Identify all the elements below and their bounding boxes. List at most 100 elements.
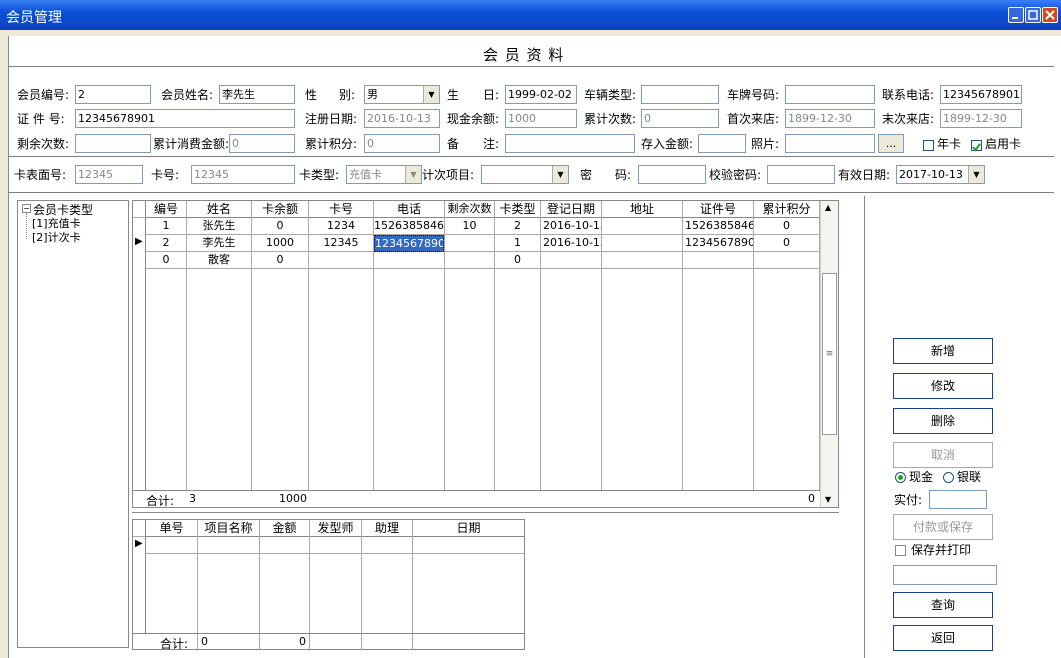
col-header-phone[interactable]: 电话 — [374, 201, 445, 218]
total-spent-field[interactable]: 0 — [229, 134, 295, 153]
card-face-field[interactable]: 12345 — [75, 165, 143, 184]
col-header-points[interactable]: 累计积分 — [754, 201, 820, 218]
visits-field[interactable]: 0 — [641, 109, 719, 128]
count-item-label: 计次项目: — [422, 168, 475, 182]
count-item-select[interactable]: ▼ — [481, 165, 569, 184]
current-row-icon: ▶ — [135, 236, 143, 247]
gender-label-2: 别: — [339, 88, 356, 102]
edit-button[interactable]: 修改 — [893, 373, 993, 399]
plate-field[interactable] — [785, 85, 875, 104]
tree-item-count[interactable]: [2]计次卡 — [32, 229, 81, 245]
col-header-amount[interactable]: 金额 — [260, 520, 310, 537]
col-header-remaining[interactable]: 剩余次数 — [445, 201, 495, 218]
col-line — [309, 520, 310, 650]
vertical-scrollbar[interactable]: ▲ ≡ ▼ — [820, 201, 838, 507]
expiry-value: 2017-10-13 — [899, 168, 963, 181]
card-type-select[interactable]: 充值卡 ▼ — [346, 165, 422, 184]
gender-select[interactable]: 男 ▼ — [364, 85, 440, 104]
query-button[interactable]: 查询 — [893, 592, 993, 618]
delete-button[interactable]: 删除 — [893, 408, 993, 434]
phone-field[interactable]: 12345678901 — [940, 85, 1022, 104]
orders-footer: 合计: 0 0 — [133, 633, 525, 651]
save-print-checkbox[interactable] — [895, 545, 906, 556]
reg-date-field[interactable]: 2016-10-13 — [364, 109, 440, 128]
collapse-icon[interactable]: − — [22, 204, 31, 213]
col-header-balance[interactable]: 卡余额 — [252, 201, 309, 218]
phone-label: 联系电话: — [882, 88, 935, 102]
pay-or-save-button[interactable]: 付款或保存 — [893, 514, 993, 540]
add-button[interactable]: 新增 — [893, 338, 993, 364]
orders-footer-count: 0 — [201, 635, 208, 648]
scroll-down-icon[interactable]: ▼ — [825, 495, 831, 504]
chevron-down-icon[interactable]: ▼ — [423, 86, 439, 103]
birthday-label-2: 日: — [483, 88, 500, 102]
scroll-up-icon[interactable]: ▲ — [825, 203, 831, 212]
col-header-name[interactable]: 姓名 — [187, 201, 252, 218]
card-type-label: 卡类型: — [299, 168, 340, 182]
col-header-item[interactable]: 项目名称 — [198, 520, 260, 537]
unionpay-radio[interactable] — [943, 472, 954, 483]
browse-photo-button[interactable]: ... — [878, 134, 904, 153]
cash-balance-field[interactable]: 1000 — [505, 109, 577, 128]
year-card-label: 年卡 — [937, 137, 962, 151]
col-header-reg-date[interactable]: 登记日期 — [541, 201, 602, 218]
member-no-field[interactable]: 2 — [75, 85, 151, 104]
col-header-date[interactable]: 日期 — [413, 520, 525, 537]
divider — [9, 66, 1054, 67]
last-visit-label: 末次来店: — [882, 112, 935, 126]
cancel-button[interactable]: 取消 — [893, 442, 993, 468]
col-header-order-no[interactable]: 单号 — [146, 520, 198, 537]
verify-label: 校验密码: — [709, 168, 762, 182]
year-card-checkbox[interactable] — [923, 140, 934, 151]
divider — [132, 512, 839, 513]
col-header-stylist[interactable]: 发型师 — [310, 520, 362, 537]
chevron-down-icon[interactable]: ▼ — [968, 166, 984, 183]
col-header-card-no[interactable]: 卡号 — [309, 201, 374, 218]
verify-password-field[interactable] — [767, 165, 835, 184]
chevron-down-icon[interactable]: ▼ — [405, 166, 421, 183]
remaining-field[interactable] — [75, 134, 151, 153]
minimize-icon[interactable] — [1008, 7, 1024, 23]
first-visit-field[interactable]: 1899-12-30 — [785, 109, 875, 128]
chevron-down-icon[interactable]: ▼ — [552, 166, 568, 183]
points-field[interactable]: 0 — [364, 134, 440, 153]
col-line — [259, 520, 260, 650]
status-field[interactable] — [893, 565, 997, 585]
window-title: 会员管理 — [6, 10, 62, 26]
close-icon[interactable] — [1042, 7, 1058, 23]
paid-field[interactable] — [929, 490, 987, 509]
order-empty-row[interactable] — [146, 537, 525, 554]
note-field[interactable] — [505, 134, 635, 153]
card-no-field[interactable]: 12345 — [191, 165, 295, 184]
birthday-field[interactable]: 1999-02-02 — [505, 85, 577, 104]
orders-table[interactable]: 单号 项目名称 金额 发型师 助理 日期 ▶ 合计: 0 0 — [132, 519, 525, 651]
cash-radio[interactable] — [895, 472, 906, 483]
col-header-id[interactable]: 编号 — [146, 201, 187, 218]
row-header-column — [133, 537, 146, 633]
expiry-date-picker[interactable]: 2017-10-13 ▼ — [896, 165, 985, 184]
col-header-assistant[interactable]: 助理 — [362, 520, 413, 537]
id-field[interactable]: 12345678901 — [75, 109, 295, 128]
vehicle-type-label: 车辆类型: — [584, 88, 637, 102]
col-header-id-no[interactable]: 证件号 — [683, 201, 754, 218]
members-table[interactable]: 编号 姓名 卡余额 卡号 电话 剩余次数 卡类型 登记日期 地址 证件号 累计积… — [132, 200, 839, 508]
col-header-address[interactable]: 地址 — [602, 201, 683, 218]
vehicle-type-field[interactable] — [641, 85, 719, 104]
maximize-icon[interactable] — [1025, 7, 1041, 23]
col-header-card-type[interactable]: 卡类型 — [495, 201, 541, 218]
divider — [9, 156, 1054, 157]
rows-border — [146, 218, 819, 269]
back-button[interactable]: 返回 — [893, 625, 993, 651]
member-no-label: 会员编号: — [17, 88, 70, 102]
last-visit-field[interactable]: 1899-12-30 — [940, 109, 1022, 128]
footer-balance: 1000 — [279, 492, 307, 505]
password-field[interactable] — [638, 165, 706, 184]
scroll-thumb[interactable]: ≡ — [822, 273, 837, 435]
enable-card-checkbox[interactable] — [971, 140, 982, 152]
checkmark-icon — [972, 143, 981, 152]
deposit-field[interactable] — [698, 134, 746, 153]
radio-dot-icon — [898, 475, 903, 480]
member-name-field[interactable]: 李先生 — [219, 85, 295, 104]
photo-field[interactable] — [785, 134, 875, 153]
unionpay-label: 银联 — [957, 470, 982, 484]
